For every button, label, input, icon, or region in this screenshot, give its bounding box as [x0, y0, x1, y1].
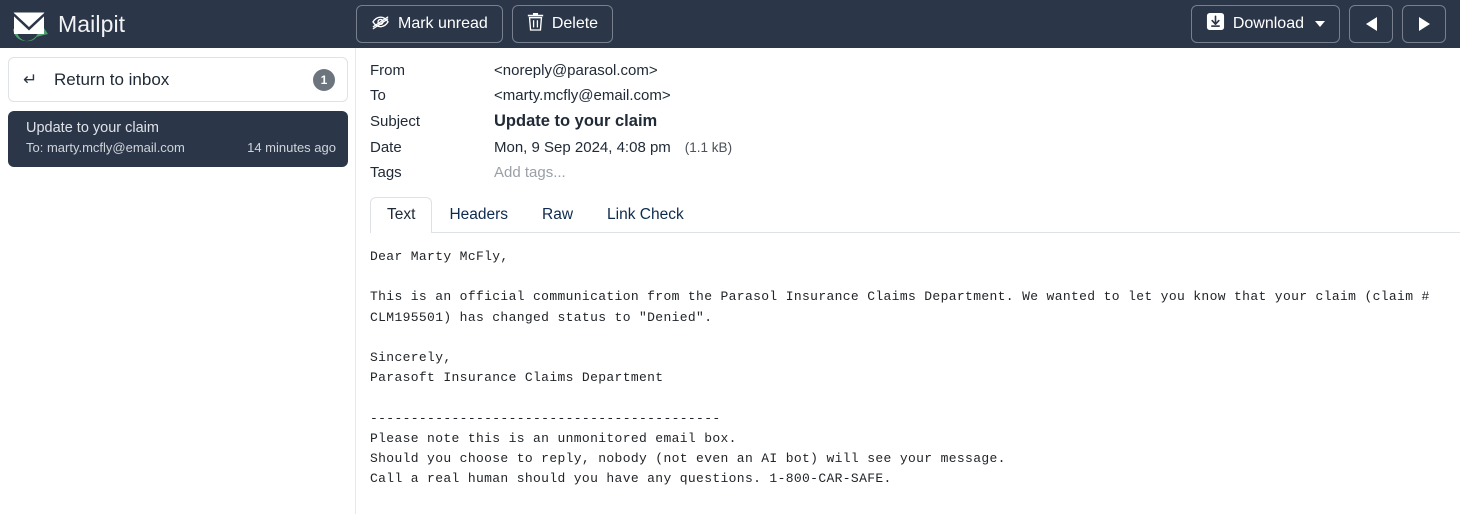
from-label: From	[370, 62, 405, 79]
toolbar-right: Download	[1190, 5, 1460, 43]
message-headers: From <noreply@parasol.com> To <marty.mcf…	[370, 62, 732, 189]
app-title: Mailpit	[58, 10, 126, 37]
return-to-inbox-button[interactable]: ↵ Return to inbox 1	[8, 57, 348, 102]
brand[interactable]: Mailpit	[0, 0, 356, 48]
top-navbar: Mailpit Mark unread Delete Download	[0, 0, 1460, 48]
date-label: Date	[370, 139, 402, 156]
tab-link-check[interactable]: Link Check	[590, 197, 701, 233]
header-row-to: To <marty.mcfly@email.com>	[370, 87, 732, 112]
sidebar: ↵ Return to inbox 1 Update to your claim…	[0, 48, 356, 514]
chevron-down-icon	[1315, 21, 1325, 27]
tags-value-cell[interactable]: Add tags...	[494, 164, 732, 189]
tags-label: Tags	[370, 164, 402, 181]
tabs-container: Text Headers Raw Link Check	[370, 197, 1460, 233]
header-row-date: Date Mon, 9 Sep 2024, 4:08 pm (1.1 kB)	[370, 139, 732, 164]
toolbar-actions: Mark unread Delete	[356, 5, 1191, 43]
message-body-text: Dear Marty McFly, This is an official co…	[370, 249, 1430, 487]
header-row-subject: Subject Update to your claim	[370, 112, 732, 139]
from-value[interactable]: <noreply@parasol.com>	[494, 62, 732, 87]
list-item[interactable]: Update to your claim To: marty.mcfly@ema…	[8, 111, 348, 167]
message-subject: Update to your claim	[26, 120, 159, 136]
eye-slash-icon	[371, 12, 390, 36]
tab-headers[interactable]: Headers	[432, 197, 525, 233]
message-recipient: To: marty.mcfly@email.com	[26, 140, 185, 155]
unread-count-badge: 1	[313, 68, 335, 91]
date-value-cell: Mon, 9 Sep 2024, 4:08 pm (1.1 kB)	[494, 139, 732, 164]
download-label: Download	[1232, 15, 1304, 32]
download-button[interactable]: Download	[1190, 5, 1340, 43]
tab-raw[interactable]: Raw	[525, 197, 590, 233]
delete-label: Delete	[551, 15, 599, 32]
previous-message-button[interactable]	[1349, 5, 1393, 43]
return-arrow-icon: ↵	[23, 70, 38, 89]
subject-value: Update to your claim	[494, 112, 658, 130]
tab-text[interactable]: Text	[370, 197, 433, 233]
header-row-from: From <noreply@parasol.com>	[370, 62, 732, 87]
to-label: To	[370, 87, 386, 104]
delete-button[interactable]: Delete	[511, 5, 614, 43]
return-to-inbox-label: Return to inbox	[54, 69, 170, 89]
download-icon	[1206, 12, 1225, 36]
message-view-tabs: Text Headers Raw Link Check	[370, 197, 1460, 233]
message-meta: To: marty.mcfly@email.com 14 minutes ago	[26, 140, 336, 155]
date-value: Mon, 9 Sep 2024, 4:08 pm	[494, 139, 671, 156]
triangle-right-icon	[1418, 17, 1430, 31]
subject-label: Subject	[370, 113, 421, 130]
mailpit-envelope-arrow-logo-icon	[8, 3, 50, 45]
message-pane: From <noreply@parasol.com> To <marty.mcf…	[357, 48, 1460, 514]
to-value[interactable]: <marty.mcfly@email.com>	[494, 87, 732, 112]
mark-unread-button[interactable]: Mark unread	[356, 5, 503, 43]
next-message-button[interactable]	[1402, 5, 1446, 43]
add-tags-input[interactable]: Add tags...	[494, 164, 566, 181]
header-row-tags: Tags Add tags...	[370, 164, 732, 189]
triangle-left-icon	[1365, 17, 1377, 31]
mark-unread-label: Mark unread	[398, 15, 488, 32]
message-timestamp: 14 minutes ago	[247, 140, 336, 155]
message-size: (1.1 kB)	[684, 140, 733, 155]
trash-icon	[527, 12, 544, 36]
